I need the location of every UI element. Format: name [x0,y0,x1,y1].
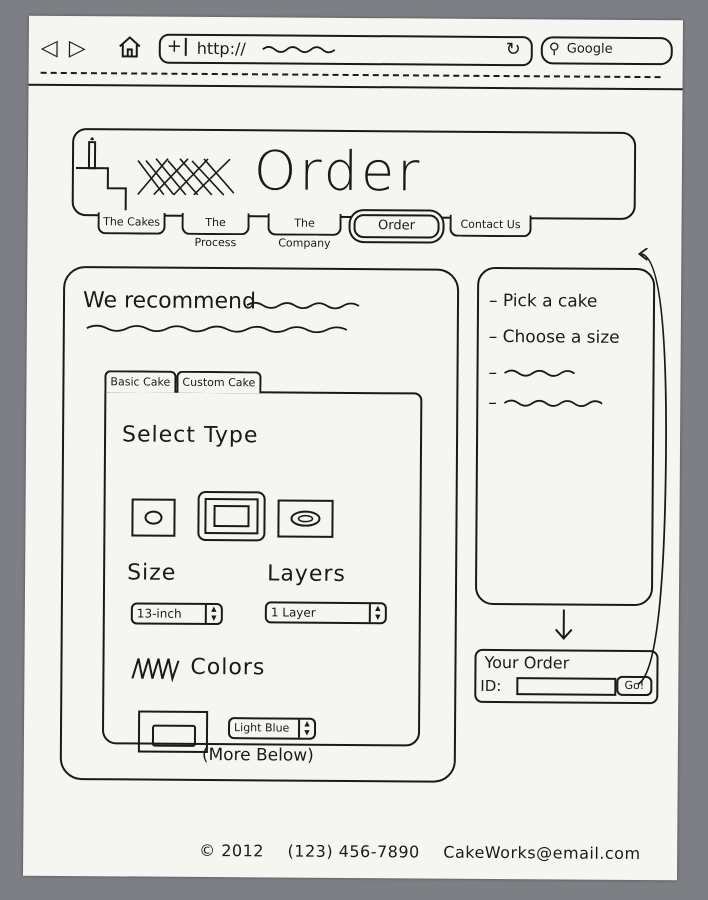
address-bar[interactable]: + http:// ↻ [158,33,533,67]
go-button[interactable]: Go! [616,675,653,697]
recommend-scribble-2 [86,324,348,334]
back-arrow-icon[interactable]: ◁ [41,36,58,61]
size-select[interactable]: 13-inch ▲ ▼ [130,602,223,626]
tab-basic-cake[interactable]: Basic Cake [104,370,177,393]
size-value: 13-inch [136,606,182,621]
layers-heading: Layers [267,561,347,587]
your-order-box: Your Order ID: Go! [474,648,659,705]
step-item: – Choose a size [488,326,620,348]
bookmarks-bar [40,71,661,79]
size-stepper-icon[interactable]: ▲ ▼ [204,604,221,624]
sketch-paper: ◁ ▷ + http:// ↻ ⚲ Google Order The Cakes… [23,15,683,881]
url-scribble [262,46,336,54]
colors-heading: Colors [190,654,266,681]
search-icon: ⚲ [548,39,560,58]
your-order-title: Your Order [484,652,570,673]
nav-tab-company[interactable]: The Company [267,213,342,250]
step-item: – Pick a cake [488,290,598,312]
layers-value: 1 Layer [270,605,316,620]
nav-tab-process[interactable]: The Process [181,212,250,249]
chrome-divider [28,83,683,91]
step-item-placeholder: – [488,393,603,414]
color-value: Light Blue [233,721,290,735]
color-swatch-scribble [131,658,180,683]
type-option-oval[interactable] [277,499,334,538]
recommend-scribble [246,301,360,310]
cake-options-tabpanel: Basic Cake Custom Cake Select Type Size … [101,370,423,753]
nav-tab-order-active[interactable]: Order [353,213,440,239]
layers-select[interactable]: 1 Layer ▲ ▼ [264,601,387,625]
scribbled-logo [137,158,235,196]
order-id-input[interactable] [516,677,617,696]
nav-tab-contact[interactable]: Contact Us [449,214,532,238]
recommend-label: We recommend [82,288,257,315]
color-stepper-icon[interactable]: ▲ ▼ [297,719,315,738]
footer-email[interactable]: CakeWorks@email.com [443,843,640,863]
loop-arrow-icon [637,247,667,685]
page-header: Order [71,128,637,220]
down-arrow-icon [554,609,573,640]
url-text: http:// [196,38,246,59]
forward-arrow-icon[interactable]: ▷ [69,36,86,61]
search-box[interactable]: ⚲ Google [540,36,673,66]
layers-stepper-icon[interactable]: ▲ ▼ [368,604,385,623]
type-option-round[interactable] [131,498,176,537]
color-preview-swatch [151,724,197,747]
page-footer: © 2012 (123) 456-7890 CakeWorks@email.co… [199,841,659,863]
color-preview [137,710,209,753]
search-placeholder: Google [566,41,613,57]
tab-custom-cake[interactable]: Custom Cake [176,370,262,394]
type-option-rectangle-selected[interactable] [197,490,266,542]
reload-icon[interactable]: ↻ [506,39,521,60]
more-below-label: (More Below) [201,744,314,766]
footer-copyright: © 2012 [199,840,265,861]
order-id-label: ID: [480,676,502,696]
footer-phone: (123) 456-7890 [287,841,420,862]
home-icon[interactable] [117,34,143,58]
recommendation-panel: We recommend Basic Cake Custom Cake Sele… [59,265,460,783]
page-title: Order [253,139,423,204]
step-item-placeholder: – [488,363,582,384]
nav-tab-cakes[interactable]: The Cakes [97,212,166,235]
color-select[interactable]: Light Blue ▲ ▼ [227,717,317,740]
order-steps-panel: – Pick a cake – Choose a size – – [474,266,656,607]
new-tab-button[interactable]: + [167,36,187,57]
select-type-heading: Select Type [121,422,259,449]
size-heading: Size [127,560,177,586]
